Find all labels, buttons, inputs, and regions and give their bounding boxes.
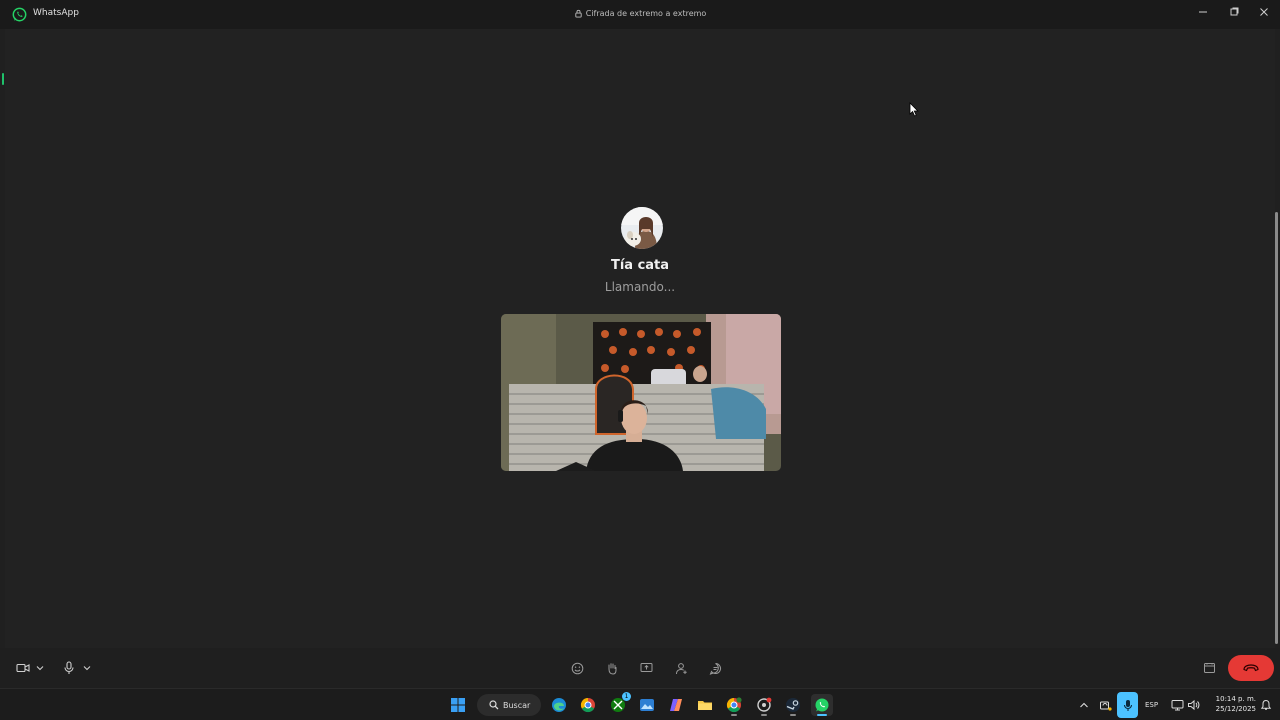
- end-call-icon: [1243, 664, 1259, 672]
- lock-icon: [575, 9, 582, 18]
- clock-time: 10:14 p. m.: [1215, 695, 1256, 703]
- taskbar-clock[interactable]: 10:14 p. m. 25/12/2025: [1206, 694, 1256, 714]
- running-indicator: [761, 714, 767, 716]
- active-app-indicator: [817, 714, 827, 716]
- chrome-profile-icon: [726, 697, 742, 713]
- camera-button[interactable]: [14, 659, 32, 677]
- whatsapp-window: WhatsApp Cifrada de extremo a extremo Tí…: [0, 0, 1280, 688]
- chat-icon: [709, 662, 721, 675]
- steam-icon: [786, 698, 800, 712]
- taskbar-chrome[interactable]: [577, 694, 599, 716]
- maximize-icon: [1230, 7, 1239, 16]
- taskbar-copilot[interactable]: [665, 694, 687, 716]
- scrollbar-thumb[interactable]: [1275, 212, 1278, 644]
- microphone-button[interactable]: [60, 659, 78, 677]
- start-button[interactable]: [447, 694, 469, 716]
- folder-icon: [698, 701, 712, 710]
- windows-logo-icon: [451, 698, 465, 712]
- minimize-icon: [1199, 11, 1207, 13]
- add-person-icon: [675, 662, 687, 674]
- raise-hand-button[interactable]: [603, 659, 621, 677]
- minimize-button[interactable]: [1192, 4, 1214, 20]
- clock-date: 25/12/2025: [1215, 705, 1256, 713]
- edge-browser-icon: [552, 698, 566, 712]
- share-screen-button[interactable]: [637, 659, 655, 677]
- taskbar-search[interactable]: Buscar: [477, 694, 541, 716]
- close-icon: [1260, 8, 1268, 16]
- chat-button[interactable]: [706, 659, 724, 677]
- mouse-cursor-icon: [909, 102, 919, 117]
- running-indicator: [731, 714, 737, 716]
- microphone-icon: [64, 661, 74, 674]
- close-button[interactable]: [1253, 4, 1275, 20]
- taskbar-whatsapp[interactable]: [811, 694, 833, 716]
- settings-app-icon: [757, 697, 772, 712]
- raise-hand-icon: [608, 662, 617, 675]
- emoji-icon: [571, 662, 583, 674]
- screen-share-icon: [640, 663, 652, 672]
- taskbar-app-unknown[interactable]: [753, 694, 775, 716]
- camera-options-dropdown[interactable]: [33, 659, 47, 677]
- chevron-up-icon: [1080, 702, 1088, 708]
- tray-volume[interactable]: [1182, 694, 1204, 716]
- language-indicator[interactable]: ESP: [1145, 701, 1158, 709]
- taskbar-steam[interactable]: [782, 694, 804, 716]
- notification-bell-icon: [1260, 699, 1272, 710]
- contact-avatar: [621, 207, 663, 249]
- add-participant-button[interactable]: [672, 659, 690, 677]
- microphone-tray-icon: [1123, 699, 1132, 711]
- maximize-button[interactable]: [1223, 4, 1245, 20]
- xbox-notification-badge: 1: [622, 692, 631, 701]
- search-icon: [489, 700, 499, 710]
- layout-icon: [1203, 663, 1215, 673]
- encryption-notice: Cifrada de extremo a extremo: [0, 9, 1280, 18]
- microphone-options-dropdown[interactable]: [80, 659, 94, 677]
- taskbar-file-explorer[interactable]: [694, 694, 716, 716]
- speaker-icon: [1187, 699, 1199, 711]
- focus-indicator: [2, 73, 4, 85]
- reactions-button[interactable]: [568, 659, 586, 677]
- photos-icon: [640, 699, 654, 711]
- chevron-down-icon: [83, 666, 91, 671]
- taskbar-edge[interactable]: [548, 694, 570, 716]
- windows-taskbar: Buscar 1 ESP 10:14 p. m. 25/12/2025: [0, 688, 1280, 720]
- running-indicator: [790, 714, 796, 716]
- layout-button[interactable]: [1200, 659, 1218, 677]
- taskbar-xbox[interactable]: 1: [607, 692, 631, 716]
- chevron-down-icon: [36, 666, 44, 671]
- chrome-browser-icon: [580, 697, 595, 713]
- encryption-label: Cifrada de extremo a extremo: [585, 9, 707, 18]
- taskbar-photos[interactable]: [636, 694, 658, 716]
- copilot-icon: [670, 699, 682, 711]
- taskbar-chrome-profile[interactable]: [723, 694, 745, 716]
- self-video-preview[interactable]: [501, 314, 781, 471]
- notifications-button[interactable]: [1255, 694, 1277, 716]
- end-call-button[interactable]: [1228, 655, 1274, 681]
- camera-icon: [16, 663, 30, 673]
- contact-name: Tía cata: [610, 258, 670, 273]
- search-label: Buscar: [503, 700, 531, 710]
- whatsapp-taskbar-icon: [815, 698, 829, 712]
- sync-icon: [1099, 701, 1112, 711]
- call-status: Llamando...: [604, 280, 676, 294]
- tray-sync[interactable]: [1094, 694, 1116, 716]
- tray-overflow-button[interactable]: [1073, 694, 1095, 716]
- title-bar: WhatsApp Cifrada de extremo a extremo: [0, 0, 1280, 29]
- tray-microphone-in-use[interactable]: [1117, 692, 1138, 718]
